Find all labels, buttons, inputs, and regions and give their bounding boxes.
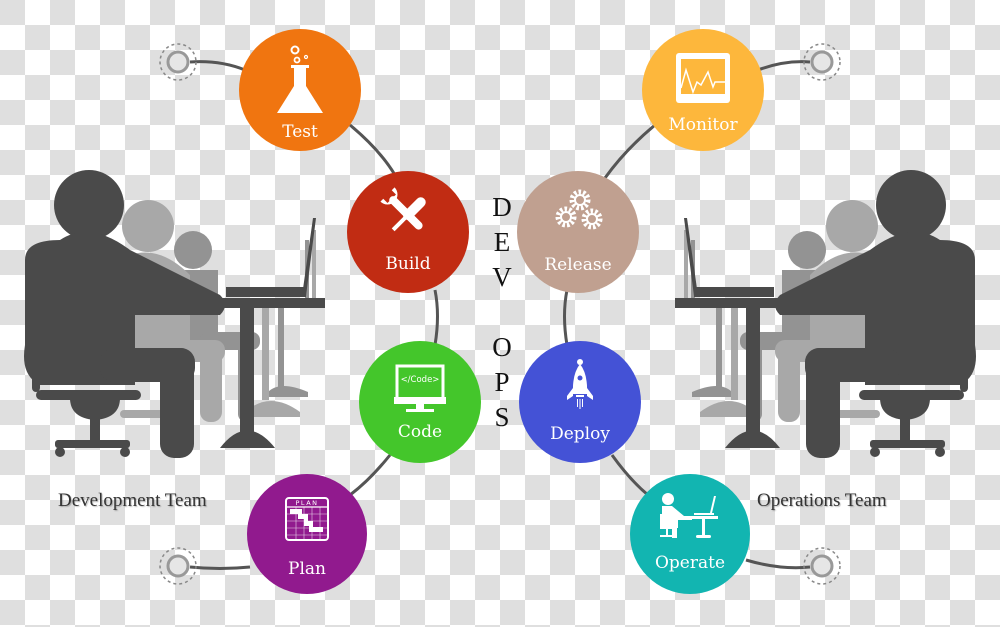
ops-letter-o: O: [492, 332, 512, 362]
dev-letter-d: D: [492, 192, 512, 222]
connector-endpoint-monitor: [757, 60, 811, 72]
stage-circle-operate: [630, 474, 750, 594]
dev-vertical-title: D E V: [487, 190, 517, 295]
code-icon-text: </Code>: [401, 375, 440, 385]
stage-label-test: Test: [282, 122, 318, 142]
operations-team-illustration: [675, 170, 976, 458]
connector-code-plan: [349, 454, 392, 497]
stage-label-operate: Operate: [655, 553, 725, 573]
stage-label-build: Build: [385, 254, 430, 274]
connector-endpoint-test: [189, 60, 246, 72]
stage-label-release: Release: [544, 255, 611, 275]
connector-release-deploy: [563, 289, 569, 346]
connector-monitor-release: [603, 123, 656, 179]
connector-build-code: [433, 289, 439, 346]
ops-vertical-title: O P S: [487, 330, 517, 435]
stage-label-monitor: Monitor: [668, 115, 738, 135]
stage-node-release[interactable]: Release: [517, 171, 639, 293]
dev-letter-v: V: [492, 262, 512, 292]
development-team-illustration: [24, 170, 325, 458]
stage-label-plan: Plan: [288, 559, 326, 579]
stage-node-deploy[interactable]: Deploy: [519, 341, 641, 463]
stage-label-code: Code: [398, 422, 442, 442]
stage-node-monitor[interactable]: Monitor: [642, 29, 764, 151]
connector-plan-endpoint: [189, 565, 251, 570]
plan-icon-text: PLAN: [296, 499, 319, 507]
stage-node-build[interactable]: Build: [347, 171, 469, 293]
development-team-label: Development Team: [58, 490, 207, 511]
stage-node-operate[interactable]: Operate: [630, 474, 750, 594]
connector-deploy-operate: [610, 454, 649, 497]
stage-label-deploy: Deploy: [550, 424, 610, 444]
ops-letter-p: P: [494, 367, 510, 397]
dev-letter-e: E: [493, 227, 511, 257]
stage-node-code[interactable]: </Code> Code: [359, 341, 481, 463]
ops-letter-s: S: [494, 402, 510, 432]
devops-diagram: Test Build </Code> Code PLAN Plan Monito…: [24, 29, 976, 594]
stage-circle-build: [347, 171, 469, 293]
connector-test-build: [349, 123, 397, 176]
stage-node-test[interactable]: Test: [239, 29, 361, 151]
connector-operate-endpoint: [745, 558, 811, 570]
stage-node-plan[interactable]: PLAN Plan: [247, 474, 367, 594]
operations-team-label: Operations Team: [757, 490, 887, 511]
heartbeat-monitor-icon: [676, 53, 730, 103]
